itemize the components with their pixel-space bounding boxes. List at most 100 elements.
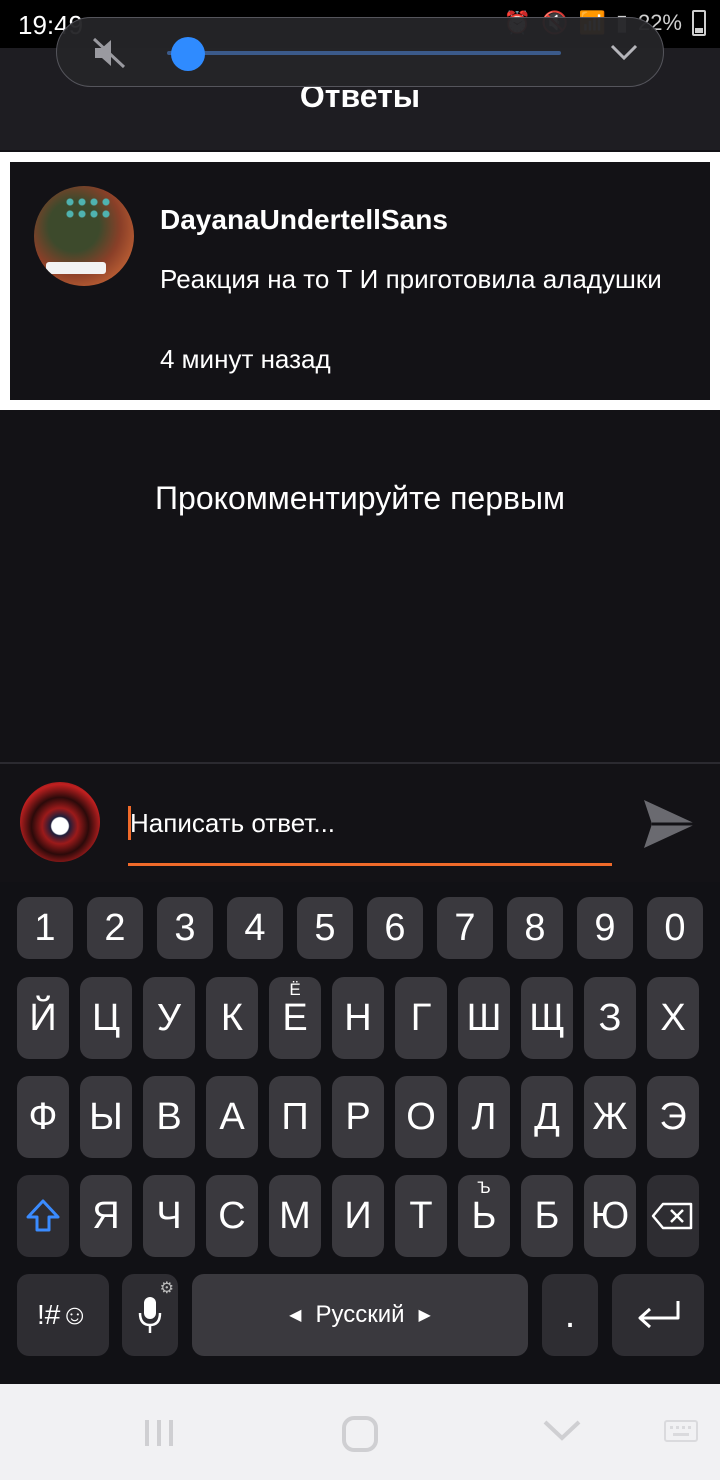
- key-label: Й: [29, 996, 57, 1039]
- key[interactable]: Ц: [80, 977, 132, 1059]
- comment-timestamp: 4 минут назад: [160, 344, 331, 374]
- key[interactable]: Ж: [584, 1076, 636, 1158]
- key-label: Ж: [592, 1095, 628, 1138]
- symbols-label: !#☺: [37, 1299, 89, 1330]
- key-label: В: [156, 1095, 182, 1138]
- reply-input[interactable]: Написать ответ...: [128, 800, 612, 866]
- key[interactable]: Ю: [584, 1175, 636, 1257]
- key-label: 6: [384, 906, 406, 949]
- space-key[interactable]: ◀ Русский ▶: [192, 1274, 528, 1356]
- period-key[interactable]: .: [542, 1274, 598, 1356]
- key[interactable]: 0: [647, 897, 703, 959]
- mic-key[interactable]: ⚙: [122, 1274, 178, 1356]
- key-label: Ч: [156, 1194, 182, 1237]
- recent-apps-icon[interactable]: [143, 1418, 175, 1448]
- enter-icon: [638, 1301, 680, 1329]
- key[interactable]: Д: [521, 1076, 573, 1158]
- key-label: 5: [314, 906, 336, 949]
- key[interactable]: Я: [80, 1175, 132, 1257]
- key-label: К: [220, 996, 244, 1039]
- key[interactable]: 5: [297, 897, 353, 959]
- key[interactable]: К: [206, 977, 258, 1059]
- key-label: И: [344, 1194, 372, 1237]
- key[interactable]: Л: [458, 1076, 510, 1158]
- keyboard-toggle-icon[interactable]: [664, 1420, 698, 1446]
- key-label: Н: [344, 996, 372, 1039]
- key[interactable]: 6: [367, 897, 423, 959]
- key[interactable]: Щ: [521, 977, 573, 1059]
- home-icon[interactable]: [342, 1416, 378, 1452]
- comment-card-body: DayanaUndertellSans Реакция на то Т И пр…: [10, 162, 710, 400]
- key[interactable]: 1: [17, 897, 73, 959]
- key-label: Т: [409, 1194, 433, 1237]
- key[interactable]: Э: [647, 1076, 699, 1158]
- key[interactable]: ЁЕ: [269, 977, 321, 1059]
- avatar[interactable]: [34, 186, 134, 286]
- key[interactable]: Й: [17, 977, 69, 1059]
- volume-panel[interactable]: [56, 17, 664, 87]
- key[interactable]: 8: [507, 897, 563, 959]
- key-label: 7: [454, 906, 476, 949]
- key[interactable]: 2: [87, 897, 143, 959]
- key-label: Г: [410, 996, 432, 1039]
- key[interactable]: П: [269, 1076, 321, 1158]
- enter-key[interactable]: [612, 1274, 704, 1356]
- key[interactable]: Ф: [17, 1076, 69, 1158]
- key-label: У: [156, 996, 182, 1039]
- chevron-left-icon: ◀: [289, 1307, 302, 1324]
- key-label: 1: [34, 906, 56, 949]
- backspace-key[interactable]: [647, 1175, 699, 1257]
- key[interactable]: И: [332, 1175, 384, 1257]
- key[interactable]: Г: [395, 977, 447, 1059]
- key-label: Ы: [89, 1095, 123, 1138]
- key[interactable]: 7: [437, 897, 493, 959]
- key[interactable]: В: [143, 1076, 195, 1158]
- key[interactable]: 4: [227, 897, 283, 959]
- key[interactable]: Ы: [80, 1076, 132, 1158]
- symbols-key[interactable]: !#☺: [17, 1274, 109, 1356]
- key[interactable]: Ч: [143, 1175, 195, 1257]
- key[interactable]: Р: [332, 1076, 384, 1158]
- gear-icon: ⚙: [159, 1280, 174, 1297]
- empty-state-text: Прокомментируйте первым: [155, 480, 565, 516]
- user-avatar: [20, 782, 100, 862]
- key[interactable]: Б: [521, 1175, 573, 1257]
- comment-author[interactable]: DayanaUndertellSans: [160, 204, 448, 236]
- key[interactable]: Х: [647, 977, 699, 1059]
- volume-track[interactable]: [167, 51, 561, 55]
- key-label: Ш: [466, 996, 502, 1039]
- key[interactable]: А: [206, 1076, 258, 1158]
- key-label: 2: [104, 906, 126, 949]
- key-label: Ь: [471, 1194, 497, 1237]
- language-label: Русский: [315, 1301, 405, 1328]
- key-label: 0: [664, 906, 686, 949]
- speaker-mute-icon[interactable]: [91, 36, 127, 70]
- key-label: 3: [174, 906, 196, 949]
- key[interactable]: Ш: [458, 977, 510, 1059]
- key-label: Е: [282, 996, 308, 1039]
- key-label: Э: [659, 1095, 687, 1138]
- key[interactable]: О: [395, 1076, 447, 1158]
- back-chevron-icon[interactable]: [542, 1418, 582, 1442]
- key-label: 8: [524, 906, 546, 949]
- key[interactable]: 9: [577, 897, 633, 959]
- key-label: А: [219, 1095, 245, 1138]
- key-label: М: [279, 1194, 311, 1237]
- key-label: Ф: [28, 1095, 58, 1138]
- key[interactable]: З: [584, 977, 636, 1059]
- chevron-down-icon[interactable]: [609, 40, 639, 64]
- key-hint: Ё: [289, 980, 301, 999]
- key[interactable]: ЪЬ: [458, 1175, 510, 1257]
- key[interactable]: 3: [157, 897, 213, 959]
- key[interactable]: Т: [395, 1175, 447, 1257]
- key[interactable]: С: [206, 1175, 258, 1257]
- reply-bar: Написать ответ...: [0, 762, 720, 882]
- key-label: .: [564, 1293, 576, 1336]
- battery-icon: [692, 10, 706, 36]
- key[interactable]: Н: [332, 977, 384, 1059]
- key[interactable]: У: [143, 977, 195, 1059]
- shift-key[interactable]: [17, 1175, 69, 1257]
- volume-slider-handle[interactable]: [170, 37, 205, 71]
- key[interactable]: М: [269, 1175, 321, 1257]
- send-icon[interactable]: [640, 796, 700, 852]
